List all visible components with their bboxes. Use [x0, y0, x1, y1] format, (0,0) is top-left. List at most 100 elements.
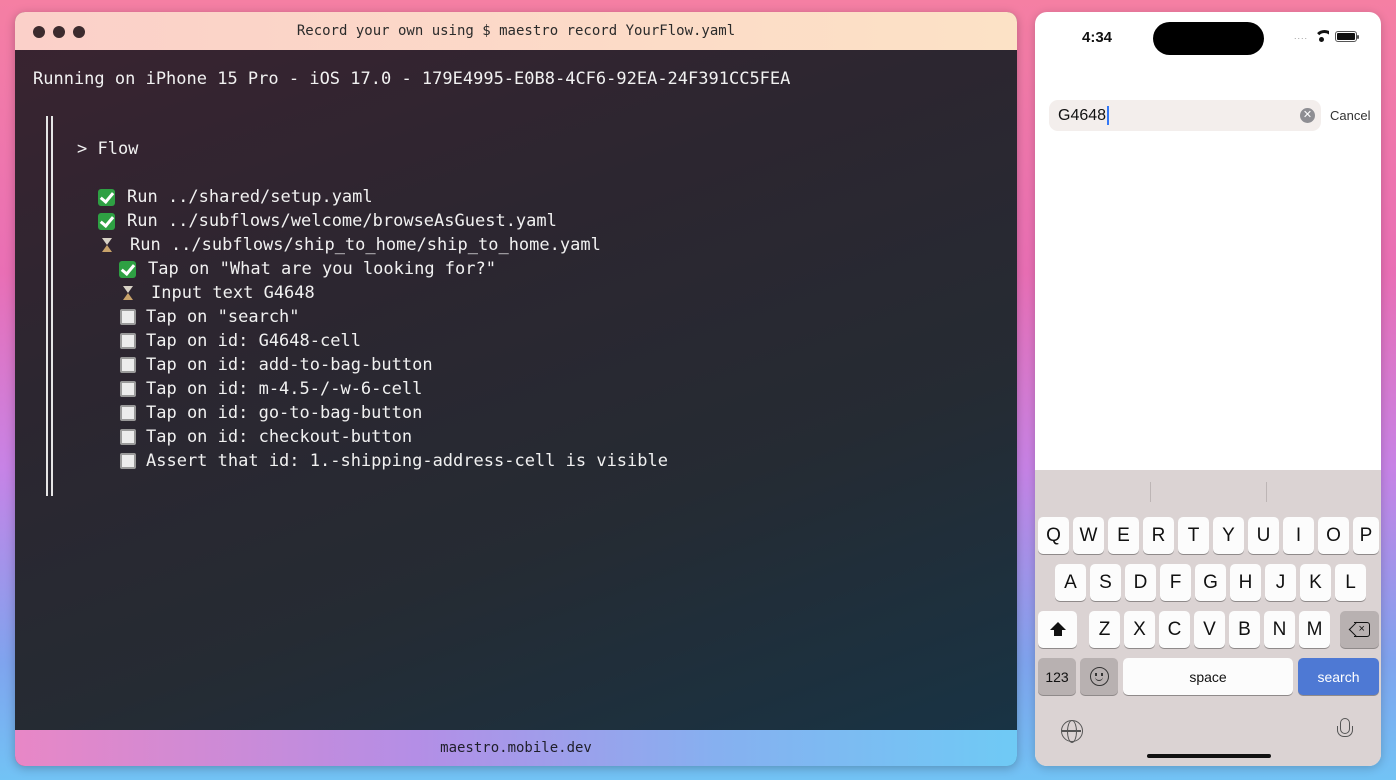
hourglass-icon — [121, 285, 135, 302]
terminal-titlebar: Record your own using $ maestro record Y… — [15, 12, 1017, 50]
pending-square-icon — [120, 381, 136, 397]
key-f[interactable]: F — [1160, 564, 1191, 601]
key-z[interactable]: Z — [1089, 611, 1120, 648]
key-o[interactable]: O — [1318, 517, 1349, 554]
shift-key[interactable] — [1038, 611, 1077, 648]
terminal-footer: maestro.mobile.dev — [15, 730, 1017, 766]
cancel-button[interactable]: Cancel — [1330, 108, 1370, 123]
key-t[interactable]: T — [1178, 517, 1209, 554]
pending-square-icon — [120, 429, 136, 445]
step-text: Run ../subflows/ship_to_home/ship_to_hom… — [130, 235, 601, 255]
pending-square-icon — [120, 333, 136, 349]
flow-rail — [46, 116, 53, 496]
status-icons: .... — [1293, 30, 1359, 42]
pending-square-icon — [120, 405, 136, 421]
terminal-title: Record your own using $ maestro record Y… — [296, 23, 736, 39]
key-j[interactable]: J — [1265, 564, 1296, 601]
key-k[interactable]: K — [1300, 564, 1331, 601]
key-a[interactable]: A — [1055, 564, 1086, 601]
pending-square-icon — [120, 309, 136, 325]
key-i[interactable]: I — [1283, 517, 1314, 554]
clear-text-icon[interactable]: ✕ — [1300, 108, 1315, 123]
key-d[interactable]: D — [1125, 564, 1156, 601]
step-row: Tap on id: checkout-button — [120, 426, 412, 448]
key-g[interactable]: G — [1195, 564, 1226, 601]
step-row: Tap on id: m-4.5-/-w-6-cell — [120, 378, 422, 400]
microphone-icon[interactable] — [1337, 718, 1353, 744]
home-indicator — [1147, 754, 1271, 758]
step-text: Tap on id: go-to-bag-button — [146, 403, 423, 423]
window-controls — [33, 26, 85, 38]
key-p[interactable]: P — [1353, 517, 1379, 554]
text-caret — [1107, 106, 1110, 125]
key-x[interactable]: X — [1124, 611, 1155, 648]
key-n[interactable]: N — [1264, 611, 1295, 648]
key-h[interactable]: H — [1230, 564, 1261, 601]
key-y[interactable]: Y — [1213, 517, 1244, 554]
step-row: Tap on id: go-to-bag-button — [120, 402, 422, 424]
key-c[interactable]: C — [1159, 611, 1190, 648]
keyboard: Q W E R T Y U I O P A S D F G H J K L Z … — [1035, 470, 1381, 766]
step-row: Tap on "search" — [120, 306, 300, 328]
step-row: Assert that id: 1.-shipping-address-cell… — [120, 450, 668, 472]
space-key[interactable]: space — [1123, 658, 1293, 695]
key-v[interactable]: V — [1194, 611, 1225, 648]
close-window-dot[interactable] — [33, 26, 45, 38]
hourglass-icon — [100, 237, 114, 254]
search-input[interactable]: G4648 ✕ — [1049, 100, 1321, 131]
emoji-key[interactable] — [1080, 658, 1118, 695]
terminal-output: Running on iPhone 15 Pro - iOS 17.0 - 17… — [15, 50, 1017, 730]
key-b[interactable]: B — [1229, 611, 1260, 648]
step-row: Run ../subflows/ship_to_home/ship_to_hom… — [100, 234, 601, 256]
key-w[interactable]: W — [1073, 517, 1104, 554]
step-text: Run ../shared/setup.yaml — [127, 187, 373, 207]
maximize-window-dot[interactable] — [73, 26, 85, 38]
globe-icon[interactable] — [1061, 720, 1083, 743]
search-input-value: G4648 — [1058, 106, 1107, 124]
step-text: Run ../subflows/welcome/browseAsGuest.ya… — [127, 211, 557, 231]
step-text: Tap on id: m-4.5-/-w-6-cell — [146, 379, 423, 399]
step-row: Run ../shared/setup.yaml — [98, 186, 373, 208]
key-r[interactable]: R — [1143, 517, 1174, 554]
phone-screen: 4:34 .... G4648 ✕ Cancel Q W E R T Y U I… — [1035, 12, 1381, 766]
battery-icon — [1335, 30, 1359, 42]
shift-icon — [1049, 621, 1066, 638]
terminal-window: Record your own using $ maestro record Y… — [15, 12, 1017, 766]
step-row: Input text G4648 — [121, 282, 315, 304]
dynamic-island — [1153, 22, 1264, 55]
pending-square-icon — [120, 453, 136, 469]
wifi-icon — [1314, 30, 1329, 42]
step-row: Run ../subflows/welcome/browseAsGuest.ya… — [98, 210, 557, 232]
key-s[interactable]: S — [1090, 564, 1121, 601]
footer-link[interactable]: maestro.mobile.dev — [440, 740, 592, 756]
key-u[interactable]: U — [1248, 517, 1279, 554]
step-text: Input text G4648 — [151, 283, 315, 303]
predictive-divider — [1266, 482, 1267, 502]
check-icon — [119, 260, 136, 278]
check-icon — [98, 188, 115, 206]
key-l[interactable]: L — [1335, 564, 1366, 601]
step-text: Tap on id: checkout-button — [146, 427, 413, 447]
emoji-icon — [1089, 667, 1109, 686]
key-m[interactable]: M — [1299, 611, 1330, 648]
step-row: Tap on id: G4648-cell — [120, 330, 361, 352]
signal-icon: .... — [1293, 31, 1308, 41]
key-q[interactable]: Q — [1038, 517, 1069, 554]
delete-icon: × — [1349, 622, 1371, 637]
numbers-key[interactable]: 123 — [1038, 658, 1076, 695]
step-text: Assert that id: 1.-shipping-address-cell… — [146, 451, 668, 471]
step-text: Tap on id: add-to-bag-button — [146, 355, 433, 375]
flow-heading: > Flow — [77, 139, 139, 159]
search-key[interactable]: search — [1298, 658, 1379, 695]
step-row: Tap on "What are you looking for?" — [119, 258, 496, 280]
device-info-line: Running on iPhone 15 Pro - iOS 17.0 - 17… — [33, 69, 791, 89]
step-text: Tap on id: G4648-cell — [146, 331, 361, 351]
status-time: 4:34 — [1082, 29, 1113, 46]
predictive-bar — [1035, 470, 1381, 512]
pending-square-icon — [120, 357, 136, 373]
step-row: Tap on id: add-to-bag-button — [120, 354, 433, 376]
predictive-divider — [1150, 482, 1151, 502]
delete-key[interactable]: × — [1340, 611, 1379, 648]
minimize-window-dot[interactable] — [53, 26, 65, 38]
key-e[interactable]: E — [1108, 517, 1139, 554]
